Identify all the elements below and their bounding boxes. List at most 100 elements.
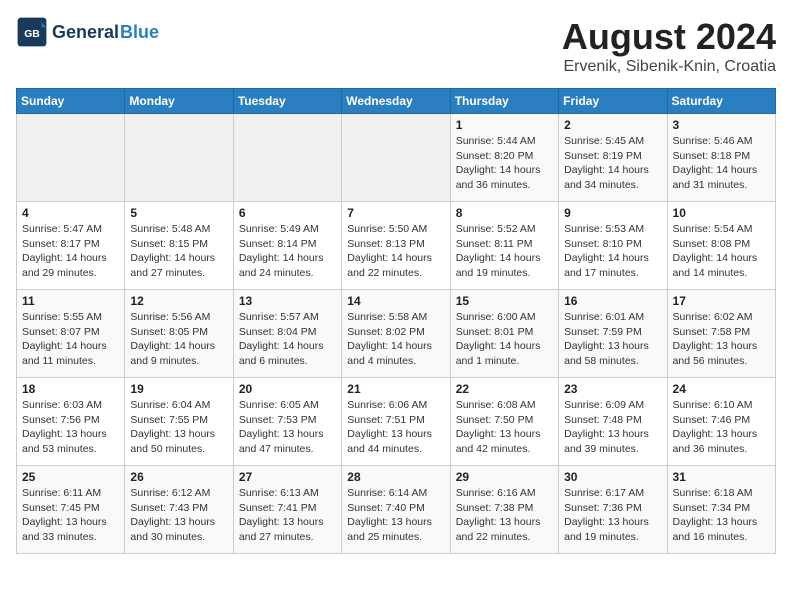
day-info: Sunrise: 5:53 AM Sunset: 8:10 PM Dayligh… (564, 222, 661, 281)
col-header-friday: Friday (559, 89, 667, 114)
calendar-cell: 19 Sunrise: 6:04 AM Sunset: 7:55 PM Dayli… (125, 378, 233, 466)
day-number: 19 (130, 382, 227, 396)
day-info: Sunrise: 5:46 AM Sunset: 8:18 PM Dayligh… (673, 134, 770, 193)
calendar-cell: 25Sunrise: 6:11 AM Sunset: 7:45 PM Dayli… (17, 466, 125, 554)
calendar-cell: 3 Sunrise: 5:46 AM Sunset: 8:18 PM Daylig… (667, 114, 775, 202)
calendar-cell: 8Sunrise: 5:52 AM Sunset: 8:11 PM Daylig… (450, 202, 558, 290)
day-info: Sunrise: 5:58 AM Sunset: 8:02 PM Dayligh… (347, 310, 444, 369)
day-info: Sunrise: 6:01 AM Sunset: 7:59 PM Dayligh… (564, 310, 661, 369)
calendar-cell: 26 Sunrise: 6:12 AM Sunset: 7:43 PM Dayli… (125, 466, 233, 554)
calendar-cell: 28 Sunrise: 6:14 AM Sunset: 7:40 PM Dayli… (342, 466, 450, 554)
day-number: 27 (239, 470, 336, 484)
day-number: 29 (456, 470, 553, 484)
calendar-page: GB General Blue August 2024 Ervenik, Sib… (16, 16, 776, 554)
svg-text:GB: GB (24, 29, 40, 40)
day-number: 9 (564, 206, 661, 220)
calendar-cell: 10 Sunrise: 5:54 AM Sunset: 8:08 PM Dayli… (667, 202, 775, 290)
day-info: Sunrise: 6:02 AM Sunset: 7:58 PM Dayligh… (673, 310, 770, 369)
day-number: 21 (347, 382, 444, 396)
day-number: 7 (347, 206, 444, 220)
day-info: Sunrise: 5:55 AM Sunset: 8:07 PM Dayligh… (22, 310, 119, 369)
day-info: Sunrise: 6:03 AM Sunset: 7:56 PM Dayligh… (22, 398, 119, 457)
day-info: Sunrise: 5:57 AM Sunset: 8:04 PM Dayligh… (239, 310, 336, 369)
location-subtitle: Ervenik, Sibenik-Knin, Croatia (562, 58, 776, 76)
day-number: 10 (673, 206, 770, 220)
day-number: 25 (22, 470, 119, 484)
calendar-cell: 27 Sunrise: 6:13 AM Sunset: 7:41 PM Dayli… (233, 466, 341, 554)
calendar-cell: 22 Sunrise: 6:08 AM Sunset: 7:50 PM Dayli… (450, 378, 558, 466)
day-info: Sunrise: 6:17 AM Sunset: 7:36 PM Dayligh… (564, 486, 661, 545)
day-info: Sunrise: 6:10 AM Sunset: 7:46 PM Dayligh… (673, 398, 770, 457)
calendar-cell: 12 Sunrise: 5:56 AM Sunset: 8:05 PM Dayli… (125, 290, 233, 378)
day-number: 30 (564, 470, 661, 484)
col-header-saturday: Saturday (667, 89, 775, 114)
calendar-table: SundayMondayTuesdayWednesdayThursdayFrid… (16, 88, 776, 554)
calendar-cell: 16 Sunrise: 6:01 AM Sunset: 7:59 PM Dayli… (559, 290, 667, 378)
calendar-cell: 1 Sunrise: 5:44 AM Sunset: 8:20 PM Daylig… (450, 114, 558, 202)
calendar-header-row: SundayMondayTuesdayWednesdayThursdayFrid… (17, 89, 776, 114)
day-number: 24 (673, 382, 770, 396)
day-number: 8 (456, 206, 553, 220)
calendar-cell: 11 Sunrise: 5:55 AM Sunset: 8:07 PM Dayli… (17, 290, 125, 378)
day-info: Sunrise: 6:00 AM Sunset: 8:01 PM Dayligh… (456, 310, 553, 369)
col-header-sunday: Sunday (17, 89, 125, 114)
day-info: Sunrise: 5:45 AM Sunset: 8:19 PM Dayligh… (564, 134, 661, 193)
day-info: Sunrise: 5:48 AM Sunset: 8:15 PM Dayligh… (130, 222, 227, 281)
logo-blue: Blue (120, 22, 159, 43)
day-number: 13 (239, 294, 336, 308)
calendar-week-row: 18 Sunrise: 6:03 AM Sunset: 7:56 PM Dayli… (17, 378, 776, 466)
calendar-cell (125, 114, 233, 202)
day-info: Sunrise: 6:13 AM Sunset: 7:41 PM Dayligh… (239, 486, 336, 545)
calendar-cell: 13 Sunrise: 5:57 AM Sunset: 8:04 PM Dayli… (233, 290, 341, 378)
day-info: Sunrise: 6:18 AM Sunset: 7:34 PM Dayligh… (673, 486, 770, 545)
day-number: 17 (673, 294, 770, 308)
calendar-cell: 21Sunrise: 6:06 AM Sunset: 7:51 PM Dayli… (342, 378, 450, 466)
day-number: 12 (130, 294, 227, 308)
day-number: 18 (22, 382, 119, 396)
day-number: 23 (564, 382, 661, 396)
day-info: Sunrise: 5:47 AM Sunset: 8:17 PM Dayligh… (22, 222, 119, 281)
calendar-cell (233, 114, 341, 202)
calendar-cell: 30 Sunrise: 6:17 AM Sunset: 7:36 PM Dayli… (559, 466, 667, 554)
day-number: 16 (564, 294, 661, 308)
day-number: 4 (22, 206, 119, 220)
day-info: Sunrise: 5:54 AM Sunset: 8:08 PM Dayligh… (673, 222, 770, 281)
day-number: 3 (673, 118, 770, 132)
day-number: 20 (239, 382, 336, 396)
day-number: 22 (456, 382, 553, 396)
day-info: Sunrise: 5:49 AM Sunset: 8:14 PM Dayligh… (239, 222, 336, 281)
day-info: Sunrise: 6:05 AM Sunset: 7:53 PM Dayligh… (239, 398, 336, 457)
calendar-cell: 7Sunrise: 5:50 AM Sunset: 8:13 PM Daylig… (342, 202, 450, 290)
day-number: 6 (239, 206, 336, 220)
col-header-monday: Monday (125, 89, 233, 114)
day-number: 31 (673, 470, 770, 484)
calendar-week-row: 4 Sunrise: 5:47 AM Sunset: 8:17 PM Daylig… (17, 202, 776, 290)
day-info: Sunrise: 5:44 AM Sunset: 8:20 PM Dayligh… (456, 134, 553, 193)
calendar-cell: 17 Sunrise: 6:02 AM Sunset: 7:58 PM Dayli… (667, 290, 775, 378)
day-number: 2 (564, 118, 661, 132)
calendar-cell: 9 Sunrise: 5:53 AM Sunset: 8:10 PM Daylig… (559, 202, 667, 290)
day-info: Sunrise: 5:56 AM Sunset: 8:05 PM Dayligh… (130, 310, 227, 369)
logo-general: General (52, 22, 119, 43)
calendar-cell: 6 Sunrise: 5:49 AM Sunset: 8:14 PM Daylig… (233, 202, 341, 290)
logo: GB General Blue (16, 16, 159, 48)
calendar-week-row: 1 Sunrise: 5:44 AM Sunset: 8:20 PM Daylig… (17, 114, 776, 202)
day-info: Sunrise: 6:14 AM Sunset: 7:40 PM Dayligh… (347, 486, 444, 545)
day-info: Sunrise: 6:12 AM Sunset: 7:43 PM Dayligh… (130, 486, 227, 545)
calendar-cell (17, 114, 125, 202)
day-number: 28 (347, 470, 444, 484)
day-number: 1 (456, 118, 553, 132)
day-number: 26 (130, 470, 227, 484)
day-number: 11 (22, 294, 119, 308)
calendar-cell: 5Sunrise: 5:48 AM Sunset: 8:15 PM Daylig… (125, 202, 233, 290)
calendar-cell: 4 Sunrise: 5:47 AM Sunset: 8:17 PM Daylig… (17, 202, 125, 290)
calendar-cell: 2 Sunrise: 5:45 AM Sunset: 8:19 PM Daylig… (559, 114, 667, 202)
day-info: Sunrise: 6:04 AM Sunset: 7:55 PM Dayligh… (130, 398, 227, 457)
col-header-tuesday: Tuesday (233, 89, 341, 114)
month-year-title: August 2024 (562, 16, 776, 58)
logo-icon: GB (16, 16, 48, 48)
calendar-cell: 20 Sunrise: 6:05 AM Sunset: 7:53 PM Dayli… (233, 378, 341, 466)
day-info: Sunrise: 6:08 AM Sunset: 7:50 PM Dayligh… (456, 398, 553, 457)
day-info: Sunrise: 6:09 AM Sunset: 7:48 PM Dayligh… (564, 398, 661, 457)
calendar-cell: 14Sunrise: 5:58 AM Sunset: 8:02 PM Dayli… (342, 290, 450, 378)
